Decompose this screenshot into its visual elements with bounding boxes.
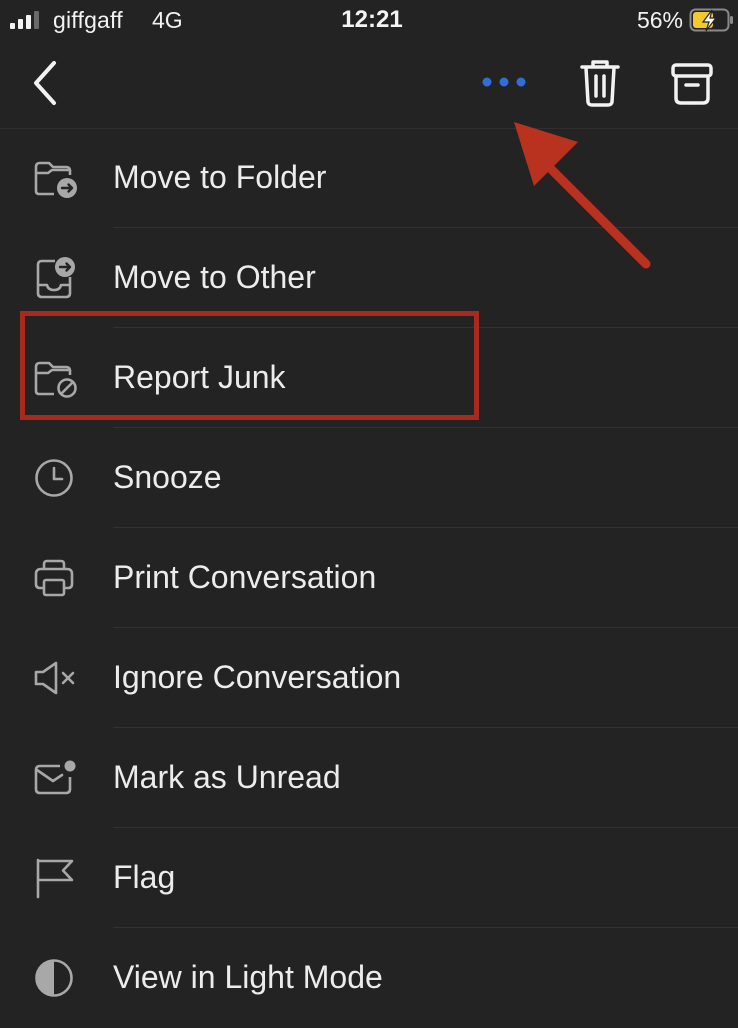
back-chevron-icon[interactable] bbox=[24, 58, 68, 108]
status-bar: giffgaff 4G 12:21 56% bbox=[0, 0, 738, 40]
contrast-icon bbox=[35, 959, 73, 997]
menu-item-label: Snooze bbox=[113, 459, 222, 495]
speaker-mute-icon bbox=[34, 661, 75, 695]
navigation-bar bbox=[0, 40, 738, 129]
menu-item-move-to-folder[interactable]: Move to Folder bbox=[0, 128, 738, 228]
menu-item-report-junk[interactable]: Report Junk bbox=[0, 328, 738, 428]
menu-item-label: Flag bbox=[113, 859, 176, 895]
folder-move-icon bbox=[34, 161, 77, 198]
menu-item-mark-as-unread[interactable]: Mark as Unread bbox=[0, 728, 738, 828]
menu-item-flag[interactable]: Flag bbox=[0, 828, 738, 928]
status-time: 12:21 bbox=[341, 6, 403, 33]
inbox-move-icon bbox=[36, 257, 75, 299]
menu-item-print-conversation[interactable]: Print Conversation bbox=[0, 528, 738, 628]
flag-icon bbox=[36, 858, 74, 899]
menu-item-ignore-conversation[interactable]: Ignore Conversation bbox=[0, 628, 738, 728]
menu-item-label: Report Junk bbox=[113, 359, 286, 395]
battery-percentage: 56% bbox=[636, 7, 683, 33]
menu-item-label: Move to Folder bbox=[113, 159, 327, 195]
mail-unread-icon bbox=[34, 760, 76, 795]
clock-icon bbox=[35, 459, 73, 497]
menu-item-label: View in Light Mode bbox=[113, 959, 383, 995]
conversation-actions-menu: Move to Folder Move to Other Report Junk… bbox=[0, 128, 738, 1028]
menu-item-snooze[interactable]: Snooze bbox=[0, 428, 738, 528]
more-options-icon[interactable] bbox=[476, 66, 532, 98]
archive-icon[interactable] bbox=[666, 56, 718, 110]
menu-item-label: Ignore Conversation bbox=[113, 659, 402, 695]
menu-item-move-to-other[interactable]: Move to Other bbox=[0, 228, 738, 328]
menu-item-label: Move to Other bbox=[113, 259, 316, 295]
folder-block-icon bbox=[34, 361, 77, 398]
menu-item-view-in-light-mode[interactable]: View in Light Mode bbox=[0, 928, 738, 1028]
menu-item-label: Mark as Unread bbox=[113, 759, 341, 795]
printer-icon bbox=[34, 559, 74, 597]
battery-charging-icon bbox=[689, 8, 733, 32]
trash-icon[interactable] bbox=[576, 56, 624, 110]
menu-item-label: Print Conversation bbox=[113, 559, 377, 595]
